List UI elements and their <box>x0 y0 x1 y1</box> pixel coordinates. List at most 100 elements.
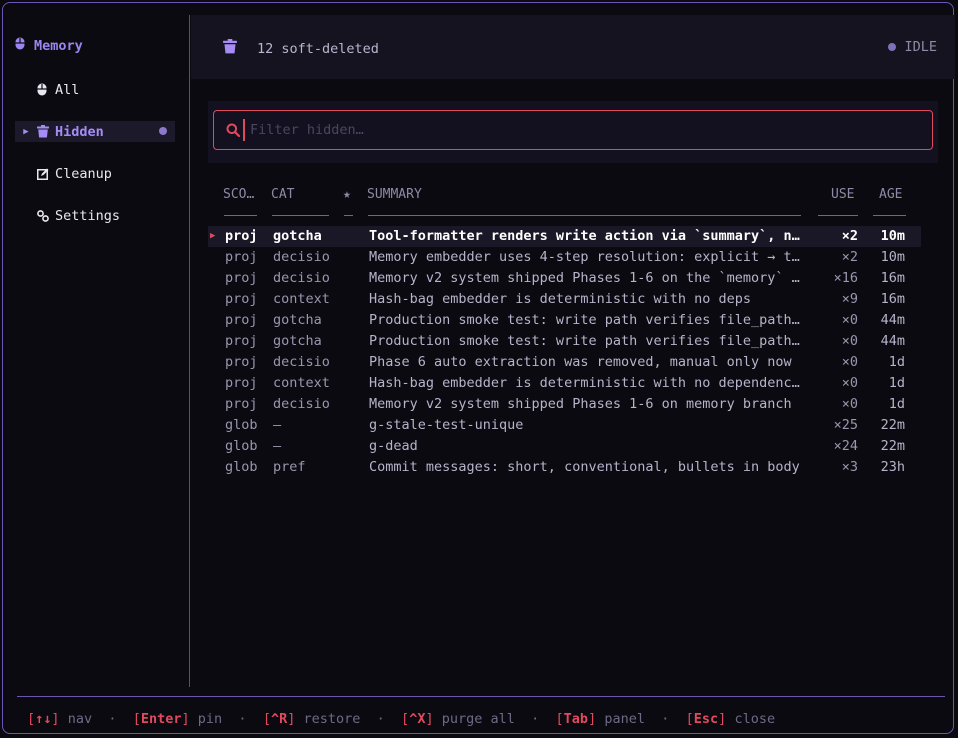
cell-category: context <box>273 291 330 307</box>
status-dot-icon <box>888 43 897 51</box>
cell-scope: proj <box>225 249 258 265</box>
text-cursor <box>243 119 245 141</box>
cell-use: ×0 <box>841 333 858 349</box>
column-header-scope[interactable]: SCO… <box>223 187 254 202</box>
column-header-category[interactable]: CAT <box>271 187 294 202</box>
sidebar-item-cleanup[interactable]: Cleanup <box>15 163 175 184</box>
cell-scope: glob <box>225 459 258 475</box>
search-bar <box>208 101 938 163</box>
key-restore: ^R <box>270 711 288 727</box>
sidebar-item-hidden[interactable]: ▶ Hidden <box>15 121 175 142</box>
cell-scope: proj <box>225 291 258 307</box>
hint-nav: nav <box>67 711 93 727</box>
cell-scope: proj <box>225 228 258 244</box>
column-header-use[interactable]: USE <box>831 187 854 202</box>
table-row[interactable]: proj decisio Memory v2 system shipped Ph… <box>208 394 921 415</box>
cell-scope: proj <box>225 312 258 328</box>
indicator-dot <box>159 127 167 135</box>
column-underline <box>368 215 801 216</box>
search-icon <box>226 123 240 137</box>
cell-use: ×16 <box>833 270 858 286</box>
vertical-divider <box>189 15 190 687</box>
table-row[interactable]: ▶ proj gotcha Tool-formatter renders wri… <box>208 226 921 247</box>
key-esc: Esc <box>693 711 719 727</box>
header-bar: 12 soft-deleted IDLE <box>191 15 955 79</box>
selection-caret-icon: ▶ <box>210 231 216 241</box>
brain-icon <box>15 37 25 54</box>
sidebar-item-label: Cleanup <box>55 165 112 182</box>
sidebar-title-label: Memory <box>34 37 83 54</box>
app-window: Memory All ▶ Hidden Cleanup Settings 12 … <box>2 2 955 734</box>
column-underline <box>873 215 906 216</box>
column-underline <box>272 215 329 216</box>
sidebar-item-label: Hidden <box>55 123 104 140</box>
search-box[interactable] <box>213 110 933 150</box>
column-header-pinned[interactable]: ★ <box>343 187 351 202</box>
table-row[interactable]: glob pref Commit messages: short, conven… <box>208 457 921 478</box>
status-badge: IDLE <box>888 39 937 55</box>
key-tab: Tab <box>563 711 589 727</box>
cell-use: ×0 <box>841 354 858 370</box>
sidebar-item-all[interactable]: All <box>15 79 175 100</box>
cell-scope: proj <box>225 375 258 391</box>
sidebar-item-settings[interactable]: Settings <box>15 205 175 226</box>
cell-category: decisio <box>273 354 330 370</box>
cell-age: 23h <box>880 459 905 475</box>
cell-summary: Tool-formatter renders write action via … <box>369 228 805 244</box>
table-row[interactable]: proj decisio Phase 6 auto extraction was… <box>208 352 921 373</box>
column-underline <box>344 215 353 216</box>
trash-icon <box>37 125 53 138</box>
table-row[interactable]: proj decisio Memory v2 system shipped Ph… <box>208 268 921 289</box>
hint-purge: purge all <box>441 711 515 727</box>
cell-use: ×0 <box>841 396 858 412</box>
cell-age: 1d <box>888 396 905 412</box>
cell-category: pref <box>273 459 306 475</box>
trash-icon <box>223 39 237 58</box>
cell-use: ×2 <box>841 228 858 244</box>
cell-use: ×25 <box>833 417 858 433</box>
hint-close: close <box>734 711 776 727</box>
key-nav: ↑↓ <box>35 711 52 727</box>
cell-category: decisio <box>273 396 330 412</box>
table-row[interactable]: proj gotcha Production smoke test: write… <box>208 331 921 352</box>
cell-category: context <box>273 375 330 391</box>
cell-age: 22m <box>880 438 905 454</box>
table-row[interactable]: glob — g-dead ×24 22m <box>208 436 921 457</box>
cell-category: gotcha <box>273 312 322 328</box>
cell-summary: Phase 6 auto extraction was removed, man… <box>369 354 792 370</box>
cell-age: 1d <box>888 354 905 370</box>
cell-category: decisio <box>273 270 330 286</box>
cell-summary: Hash-bag embedder is deterministic with … <box>369 375 805 391</box>
cell-summary: g-dead <box>369 438 418 454</box>
table-row[interactable]: proj gotcha Production smoke test: write… <box>208 310 921 331</box>
cell-summary: Memory v2 system shipped Phases 1-6 on m… <box>369 396 792 412</box>
footer-divider <box>17 696 945 697</box>
cell-category: gotcha <box>273 333 322 349</box>
cell-use: ×24 <box>833 438 858 454</box>
cell-use: ×3 <box>841 459 858 475</box>
cell-category: — <box>273 438 282 454</box>
table-row[interactable]: glob — g-stale-test-unique ×25 22m <box>208 415 921 436</box>
cell-scope: proj <box>225 396 258 412</box>
search-input[interactable] <box>250 122 890 138</box>
cell-age: 1d <box>888 375 905 391</box>
column-underline <box>224 215 257 216</box>
sidebar: Memory All ▶ Hidden Cleanup Settings <box>3 3 189 685</box>
cell-age: 16m <box>880 270 905 286</box>
cell-category: gotcha <box>273 228 322 244</box>
column-header-age[interactable]: AGE <box>879 187 902 202</box>
column-header-summary[interactable]: SUMMARY <box>367 187 422 202</box>
cell-scope: proj <box>225 354 258 370</box>
table-row[interactable]: proj decisio Memory embedder uses 4-step… <box>208 247 921 268</box>
cell-age: 10m <box>880 228 905 244</box>
cell-use: ×2 <box>841 249 858 265</box>
sidebar-title: Memory <box>15 37 83 54</box>
table-row[interactable]: proj context Hash-bag embedder is determ… <box>208 373 921 394</box>
keybinding-footer: [↑↓] nav · [Enter] pin · [^R] restore · … <box>27 711 776 727</box>
cell-scope: glob <box>225 438 258 454</box>
table-row[interactable]: proj context Hash-bag embedder is determ… <box>208 289 921 310</box>
cell-age: 44m <box>880 312 905 328</box>
cell-age: 16m <box>880 291 905 307</box>
cell-scope: proj <box>225 333 258 349</box>
cell-scope: proj <box>225 270 258 286</box>
